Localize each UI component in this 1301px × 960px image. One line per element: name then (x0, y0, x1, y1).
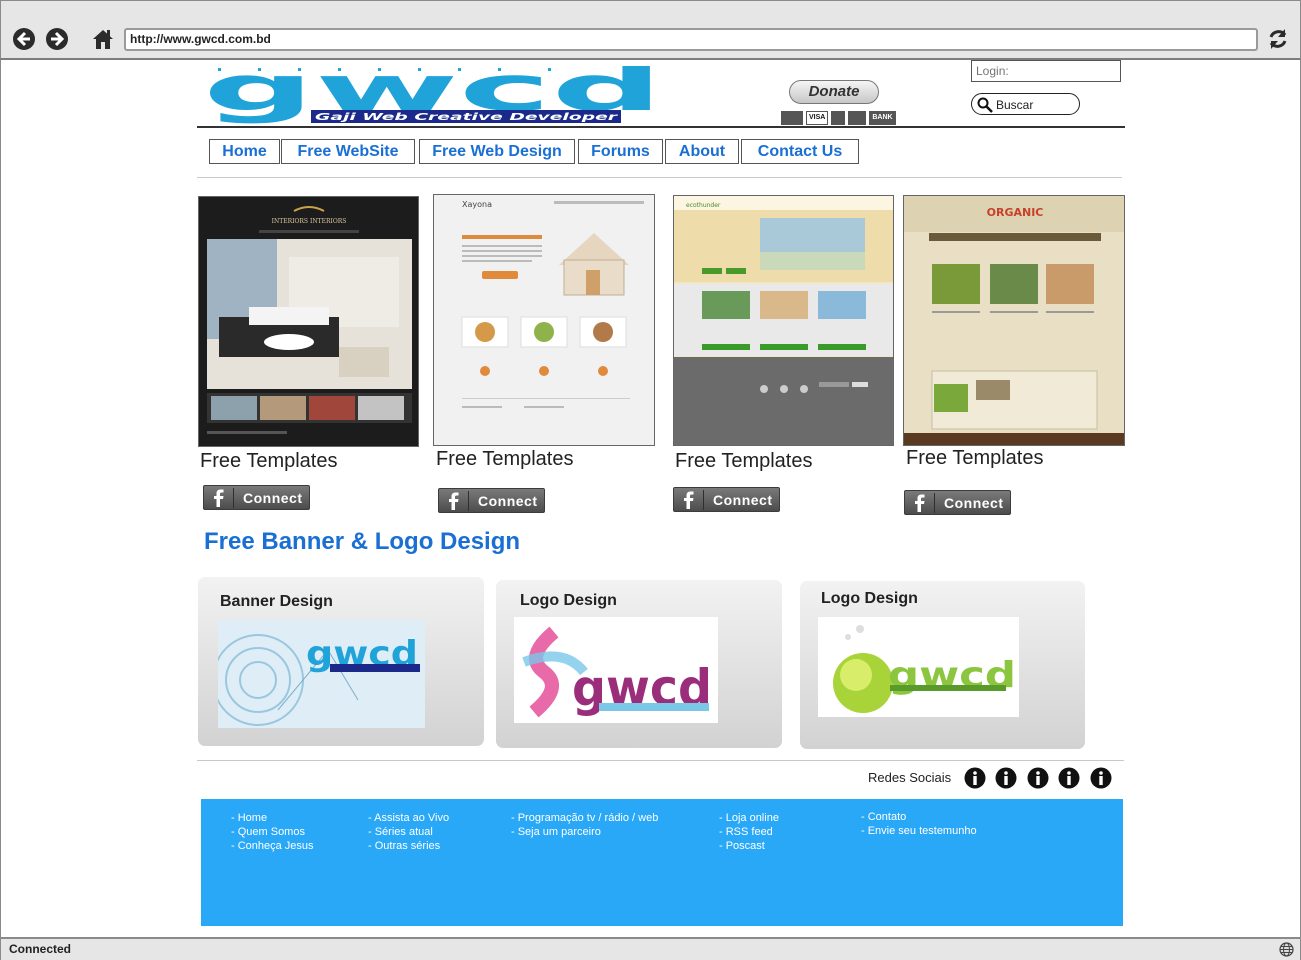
template-thumbnail[interactable]: ecothunder (673, 195, 894, 446)
footer-link[interactable]: - Outras séries (368, 839, 449, 853)
nav-tab-free-web-design[interactable]: Free Web Design (419, 139, 575, 164)
bank-card: BANK (869, 111, 896, 125)
facebook-connect-button[interactable]: Connect (673, 487, 780, 512)
footer-link[interactable]: - Envie seu testemunho (861, 824, 977, 838)
card-title: Logo Design (520, 592, 617, 609)
template-thumbnail[interactable]: Xayona (433, 194, 655, 446)
logo-design-card[interactable]: Logo Design gwcd (800, 581, 1085, 749)
card-title: Banner Design (220, 593, 333, 610)
mastercard-icon (781, 111, 803, 125)
banner-design-card[interactable]: Banner Design gwcd (198, 577, 484, 746)
footer-link[interactable]: - Assista ao Vivo (368, 811, 449, 825)
connect-label: Connect (944, 495, 1004, 511)
banner-image[interactable]: gwcd (218, 620, 425, 728)
social-label: Redes Sociais (868, 770, 952, 785)
nav-divider (197, 177, 1122, 178)
facebook-icon (680, 491, 697, 509)
social-info-icon[interactable] (1090, 767, 1112, 789)
facebook-icon (911, 494, 928, 512)
footer-link[interactable]: - Poscast (719, 839, 779, 853)
social-info-icon[interactable] (1058, 767, 1080, 789)
connect-label: Connect (478, 493, 538, 509)
search-placeholder: Buscar (996, 98, 1034, 112)
back-icon[interactable] (12, 27, 36, 51)
site-logo[interactable]: gwcd Gaji Web Creative Developer (203, 52, 665, 128)
header-divider (197, 126, 1125, 128)
browser-toolbar: http://www.gwcd.com.bd (0, 0, 1301, 60)
template-caption: Free Templates (675, 450, 813, 472)
button-separator (703, 490, 704, 510)
search-icon (977, 97, 993, 116)
footer-column: - Programação tv / rádio / web - Seja um… (511, 811, 658, 839)
facebook-icon (210, 489, 227, 507)
discover-card-icon (848, 111, 867, 125)
footer-column: - Home - Quem Somos - Conheça Jesus (231, 811, 314, 853)
logo-tagline: Gaji Web Creative Developer (315, 112, 619, 123)
facebook-connect-button[interactable]: Connect (904, 490, 1011, 515)
facebook-icon (445, 492, 462, 510)
social-info-icon[interactable] (964, 767, 986, 789)
footer-link[interactable]: - RSS feed (719, 825, 779, 839)
template-caption: Free Templates (436, 448, 574, 470)
thumb-title: INTERIORS INTERIORS (272, 218, 347, 225)
nav-tab-forums[interactable]: Forums (578, 139, 663, 164)
payment-cards: VISA BANK (781, 111, 896, 125)
template-thumbnail[interactable]: ORGANIC (903, 195, 1125, 446)
home-icon[interactable] (91, 27, 115, 51)
thumb-title: ecothunder (686, 202, 721, 209)
facebook-connect-button[interactable]: Connect (203, 485, 310, 510)
template-caption: Free Templates (200, 450, 338, 472)
visa-card: VISA (806, 111, 829, 125)
nav-tab-home[interactable]: Home (209, 139, 280, 164)
logo-image[interactable]: gwcd (514, 617, 718, 723)
nav-tab-contact-us[interactable]: Contact Us (741, 139, 859, 164)
logo-design-card[interactable]: Logo Design gwcd (496, 580, 782, 748)
footer-link[interactable]: - Seja um parceiro (511, 825, 658, 839)
footer-link[interactable]: - Loja online (719, 811, 779, 825)
nav-tab-about[interactable]: About (665, 139, 739, 164)
thumb-title: Xayona (462, 200, 492, 209)
template-thumbnail[interactable]: INTERIORS INTERIORS (198, 196, 419, 447)
thumb-title: ORGANIC (987, 206, 1044, 219)
login-input[interactable] (971, 60, 1121, 82)
social-info-icon[interactable] (1027, 767, 1049, 789)
button-separator (934, 493, 935, 513)
section-title: Free Banner & Logo Design (204, 528, 521, 555)
nav-tab-free-website[interactable]: Free WebSite (281, 139, 415, 164)
social-info-icon[interactable] (995, 767, 1017, 789)
url-input[interactable]: http://www.gwcd.com.bd (124, 28, 1258, 51)
card-icon (831, 111, 846, 125)
footer-link[interactable]: - Séries atual (368, 825, 449, 839)
footer-column: - Loja online - RSS feed - Poscast (719, 811, 779, 853)
footer-link[interactable]: - Conheça Jesus (231, 839, 314, 853)
logo-image[interactable]: gwcd (818, 617, 1019, 717)
refresh-icon[interactable] (1266, 27, 1290, 51)
footer-link[interactable]: - Contato (861, 810, 977, 824)
footer-link[interactable]: - Home (231, 811, 314, 825)
search-input[interactable]: Buscar (971, 93, 1080, 115)
button-separator (233, 488, 234, 508)
status-bar: Connected (0, 937, 1301, 960)
globe-icon (1279, 942, 1294, 960)
donate-button[interactable]: Donate (789, 80, 879, 104)
footer-column: - Assista ao Vivo - Séries atual - Outra… (368, 811, 449, 853)
window-border-left (0, 60, 1, 937)
footer-link[interactable]: - Programação tv / rádio / web (511, 811, 658, 825)
facebook-connect-button[interactable]: Connect (438, 488, 545, 513)
connect-label: Connect (713, 492, 773, 508)
footer: - Home - Quem Somos - Conheça Jesus - As… (201, 799, 1123, 926)
button-separator (468, 491, 469, 511)
template-caption: Free Templates (906, 447, 1044, 469)
status-text: Connected (9, 942, 72, 956)
social-divider (197, 760, 1124, 761)
connect-label: Connect (243, 490, 303, 506)
footer-link[interactable]: - Quem Somos (231, 825, 314, 839)
forward-icon[interactable] (45, 27, 69, 51)
card-title: Logo Design (821, 590, 918, 607)
footer-column: - Contato - Envie seu testemunho (861, 810, 977, 838)
